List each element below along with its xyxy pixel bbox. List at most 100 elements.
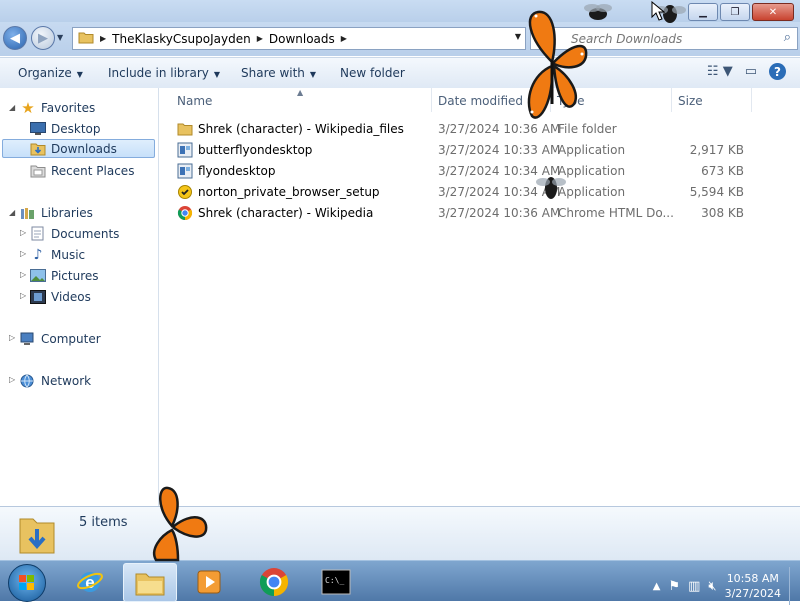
expand-arrow-icon[interactable]: ▷ <box>20 270 26 279</box>
recent-places-icon <box>30 164 46 178</box>
expand-arrow-icon[interactable]: ▷ <box>9 375 15 384</box>
network-status-icon[interactable]: ▥ <box>688 579 700 594</box>
fly-icon <box>536 177 566 199</box>
breadcrumb-user[interactable]: TheKlaskyCsupoJayden <box>112 32 251 46</box>
action-center-flag-icon[interactable]: ⚑ <box>668 579 680 594</box>
chevron-down-icon: ▼ <box>309 70 317 79</box>
organize-label: Organize <box>18 66 72 80</box>
taskbar: e C:\_ ▲ ⚑ ▥ 🔇︎ 10:58 AM 3/27/2024 <box>0 560 800 605</box>
file-size: 5,594 KB <box>689 185 744 199</box>
show-hidden-icons-icon[interactable]: ▲ <box>653 581 661 592</box>
taskbar-internet-explorer[interactable]: e <box>64 563 116 600</box>
computer-icon <box>20 332 36 346</box>
butterfly-icon <box>153 486 208 562</box>
expand-arrow-icon[interactable]: ◢ <box>9 208 15 217</box>
minimize-button[interactable]: ▁ <box>688 3 718 21</box>
nav-music[interactable]: ♪ Music <box>30 245 86 264</box>
downloads-folder-icon <box>18 513 56 558</box>
folder-icon <box>177 121 193 137</box>
expand-arrow-icon[interactable]: ▷ <box>20 249 26 258</box>
item-count: 5 items <box>79 515 128 530</box>
expand-arrow-icon[interactable]: ▷ <box>20 228 26 237</box>
breadcrumb-arrow-icon[interactable]: ▶ <box>100 34 106 43</box>
share-with-button[interactable]: Share with ▼ <box>241 66 316 80</box>
file-row[interactable]: Shrek (character) - Wikipedia_files 3/27… <box>177 119 757 140</box>
nav-libraries[interactable]: Libraries <box>20 203 93 222</box>
file-size: 2,917 KB <box>689 143 744 157</box>
search-icon[interactable]: ⌕ <box>784 30 791 45</box>
nav-label: Favorites <box>41 100 96 115</box>
taskbar-windows-explorer[interactable] <box>123 563 177 602</box>
clock[interactable]: 10:58 AM 3/27/2024 <box>725 571 781 601</box>
view-controls: ☷ ▼ ▭ ? <box>707 63 786 80</box>
nav-network[interactable]: Network <box>20 371 91 390</box>
forward-button[interactable]: ▶ <box>31 26 55 50</box>
column-header-date-modified[interactable]: Date modified <box>438 94 523 108</box>
downloads-folder-icon <box>30 142 46 156</box>
start-button[interactable] <box>8 564 46 602</box>
column-divider[interactable] <box>671 88 672 112</box>
nav-recent-places[interactable]: Recent Places <box>30 161 134 180</box>
expand-arrow-icon[interactable]: ▷ <box>9 333 15 342</box>
close-button[interactable]: ✕ <box>752 3 794 21</box>
nav-documents[interactable]: Documents <box>30 224 119 243</box>
file-row[interactable]: Shrek (character) - Wikipedia 3/27/2024 … <box>177 203 757 224</box>
file-type: Application <box>558 143 626 157</box>
new-folder-button[interactable]: New folder <box>340 66 405 80</box>
breadcrumb-arrow-icon[interactable]: ▶ <box>341 34 347 43</box>
breadcrumb-downloads[interactable]: Downloads <box>269 32 335 46</box>
column-header-size[interactable]: Size <box>678 94 703 108</box>
volume-muted-icon[interactable]: 🔇︎ <box>708 579 716 594</box>
fly-icon <box>584 4 612 20</box>
organize-button[interactable]: Organize ▼ <box>18 66 83 80</box>
file-list: Name ▲ Date modified Type Size Shrek (ch… <box>159 88 800 506</box>
taskbar-media-player[interactable] <box>183 563 235 600</box>
nav-label: Documents <box>51 226 120 241</box>
taskbar-command-prompt[interactable]: C:\_ <box>310 563 362 600</box>
file-name: butterflyondesktop <box>198 143 313 157</box>
help-icon[interactable]: ? <box>769 63 786 80</box>
windows-logo-icon <box>19 575 34 590</box>
installer-icon <box>177 163 193 179</box>
command-prompt-icon: C:\_ <box>321 569 351 594</box>
show-desktop-button[interactable] <box>789 567 800 605</box>
preview-pane-icon[interactable]: ▭ <box>745 64 757 79</box>
file-name: norton_private_browser_setup <box>198 185 380 199</box>
nav-downloads[interactable]: Downloads <box>2 139 155 158</box>
breadcrumb-arrow-icon[interactable]: ▶ <box>257 34 263 43</box>
system-tray: ▲ ⚑ ▥ 🔇︎ 10:58 AM 3/27/2024 <box>653 567 792 605</box>
file-date: 3/27/2024 10:33 AM <box>438 143 561 157</box>
file-row[interactable]: norton_private_browser_setup 3/27/2024 1… <box>177 182 757 203</box>
change-view-icon[interactable]: ☷ ▼ <box>707 64 733 79</box>
chrome-icon <box>177 205 193 221</box>
back-button[interactable]: ◀ <box>3 26 27 50</box>
taskbar-chrome[interactable] <box>248 563 300 600</box>
expand-arrow-icon[interactable]: ◢ <box>9 103 15 112</box>
maximize-button[interactable]: ❐ <box>720 3 750 21</box>
recent-pages-dropdown[interactable]: ▼ <box>57 33 63 42</box>
column-divider[interactable] <box>431 88 432 112</box>
column-divider[interactable] <box>751 88 752 112</box>
file-date: 3/27/2024 10:36 AM <box>438 206 561 220</box>
include-in-library-button[interactable]: Include in library ▼ <box>108 66 220 80</box>
star-icon: ★ <box>21 98 35 117</box>
nav-desktop[interactable]: Desktop <box>30 119 101 138</box>
nav-pictures[interactable]: Pictures <box>30 266 99 285</box>
svg-text:C:\_: C:\_ <box>325 576 344 585</box>
file-row[interactable]: butterflyondesktop 3/27/2024 10:33 AM Ap… <box>177 140 757 161</box>
folder-icon <box>78 30 94 47</box>
nav-favorites[interactable]: ★ Favorites <box>20 98 95 117</box>
nav-computer[interactable]: Computer <box>20 329 101 348</box>
nav-label: Network <box>41 373 92 388</box>
command-bar: Organize ▼ Include in library ▼ Share with… <box>0 57 800 89</box>
column-header-name[interactable]: Name <box>177 94 212 108</box>
nav-label: Pictures <box>51 268 99 283</box>
address-bar[interactable]: ▶ TheKlaskyCsupoJayden ▶ Downloads ▶ ▼ <box>72 27 526 50</box>
nav-label: Recent Places <box>51 163 135 178</box>
nav-videos[interactable]: Videos <box>30 287 91 306</box>
nav-label: Music <box>51 247 86 262</box>
nav-label: Downloads <box>51 141 117 156</box>
expand-arrow-icon[interactable]: ▷ <box>20 291 26 300</box>
file-row[interactable]: flyondesktop 3/27/2024 10:34 AM Applicat… <box>177 161 757 182</box>
file-name: Shrek (character) - Wikipedia_files <box>198 122 404 136</box>
